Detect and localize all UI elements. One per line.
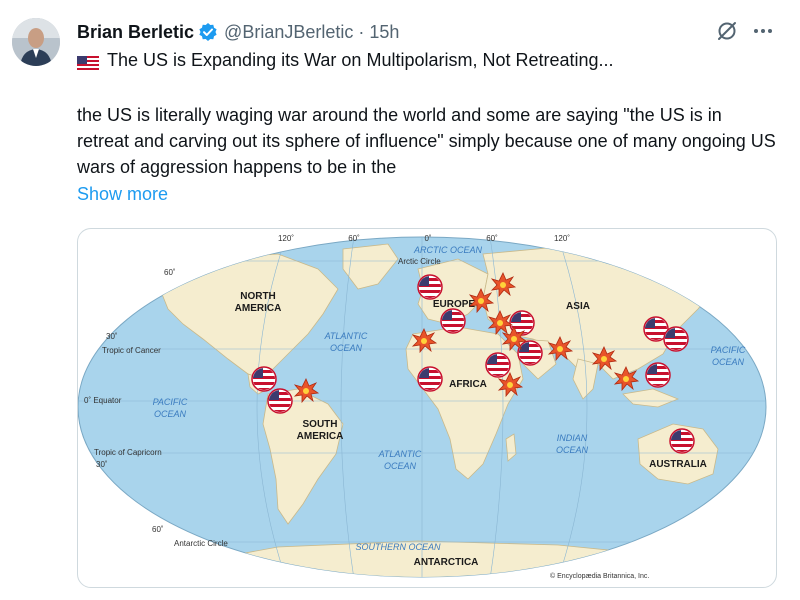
ocean-pacific-e1: PACIFIC [711, 345, 746, 355]
lat-label-30s: 30˚ [96, 460, 108, 469]
header-separator: · [358, 21, 365, 42]
lat-label-eq: 0˚ Equator [84, 396, 122, 405]
author-name[interactable]: Brian Berletic [77, 22, 194, 43]
ocean-atlantic-s2: OCEAN [384, 461, 417, 471]
us-flag-marker [252, 367, 276, 391]
continent-sa1: SOUTH [303, 419, 338, 430]
map-credit: © Encyclopædia Britannica, Inc. [550, 572, 649, 580]
ocean-southern: SOUTHERN OCEAN [355, 542, 441, 552]
post-title-line: The US is Expanding its War on Multipola… [77, 50, 614, 71]
lon-label-3: 0˚ [424, 234, 431, 243]
continent-na2: AMERICA [235, 303, 282, 314]
us-flag-emoji [77, 54, 99, 70]
ocean-atlantic-n1: ATLANTIC [324, 331, 368, 341]
continent-africa: AFRICA [449, 379, 487, 390]
post-body: the US is literally waging war around th… [77, 105, 776, 177]
continent-sa2: AMERICA [297, 431, 344, 442]
continent-australia: AUSTRALIA [649, 459, 707, 470]
lat-label-30n: 30˚ [106, 332, 118, 341]
grok-icon[interactable] [716, 20, 738, 47]
lon-label-1: 120˚ [278, 234, 294, 243]
ocean-pacific-w2: OCEAN [154, 409, 187, 419]
arctic-circle-label: Arctic Circle [398, 257, 441, 266]
show-more-link[interactable]: Show more [77, 184, 168, 205]
us-flag-marker [418, 367, 442, 391]
tropic-capricorn-label: Tropic of Capricorn [94, 448, 162, 457]
post-time[interactable]: 15h [369, 22, 399, 43]
lat-label-60s: 60˚ [152, 525, 164, 534]
us-flag-marker [670, 429, 694, 453]
us-flag-marker [646, 363, 670, 387]
post-toolbar [716, 20, 774, 47]
lon-label-5: 120˚ [554, 234, 570, 243]
tropic-cancer-label: Tropic of Cancer [102, 346, 161, 355]
us-flag-marker [441, 309, 465, 333]
more-icon[interactable] [752, 20, 774, 47]
verified-badge-icon [198, 22, 218, 42]
ocean-pacific-e2: OCEAN [712, 357, 745, 367]
ocean-indian1: INDIAN [557, 433, 588, 443]
lon-label-2: 60˚ [348, 234, 360, 243]
us-flag-marker [486, 353, 510, 377]
ocean-indian2: OCEAN [556, 445, 589, 455]
us-flag-marker [664, 327, 688, 351]
ocean-pacific-w1: PACIFIC [153, 397, 188, 407]
author-handle[interactable]: @BrianJBerletic [224, 22, 353, 43]
ocean-atlantic-s1: ATLANTIC [378, 449, 422, 459]
us-flag-marker [518, 341, 542, 365]
us-flag-marker [418, 275, 442, 299]
continent-asia: ASIA [566, 301, 590, 312]
post-title: The US is Expanding its War on Multipola… [107, 50, 614, 70]
post-header: Brian Berletic @BrianJBerletic · 15h [77, 20, 399, 44]
ocean-arctic: ARCTIC OCEAN [413, 245, 483, 255]
us-flag-marker [268, 389, 292, 413]
ocean-atlantic-n2: OCEAN [330, 343, 363, 353]
lat-label-60n: 60˚ [164, 268, 176, 277]
post-media-map[interactable]: 120˚ 60˚ 0˚ 60˚ 120˚ 60˚ 30˚ 0˚ Equator … [77, 228, 777, 588]
continent-na1: NORTH [240, 291, 276, 302]
lon-label-4: 60˚ [486, 234, 498, 243]
continent-antarctica: ANTARCTICA [414, 557, 479, 568]
antarctic-circle-label: Antarctic Circle [174, 539, 228, 548]
author-avatar[interactable] [12, 18, 60, 66]
